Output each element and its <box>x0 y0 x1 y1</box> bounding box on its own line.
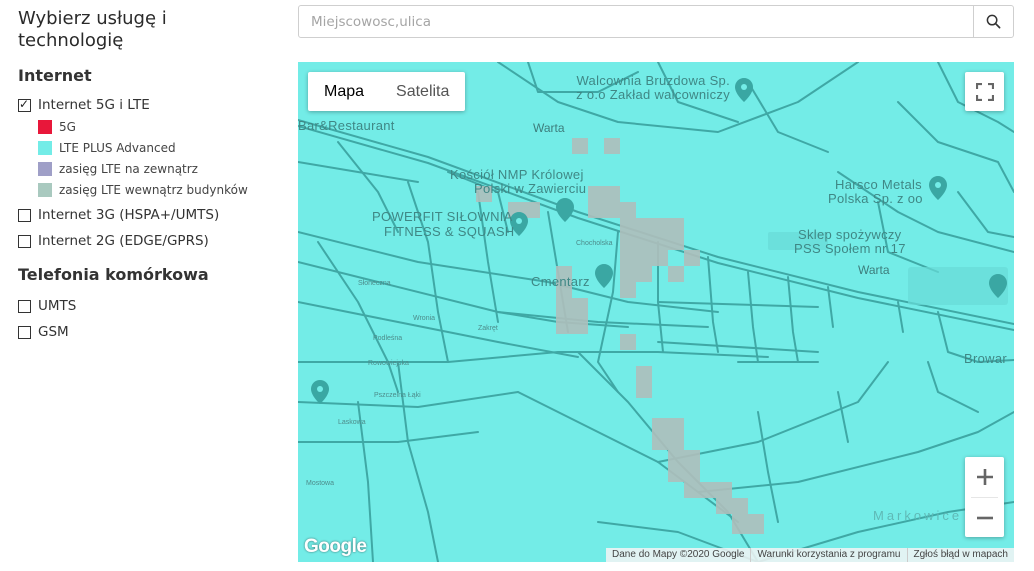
fullscreen-button[interactable] <box>965 72 1004 111</box>
tab-satellite[interactable]: Satelita <box>380 72 465 111</box>
map-label-harsco: Harsco Metals <box>835 177 922 192</box>
map-attribution: Dane do Mapy ©2020 Google Warunki korzys… <box>606 548 1014 562</box>
google-logo: Google <box>304 536 367 557</box>
map-label-powerfit-2: FITNESS & SQUASH <box>384 224 515 239</box>
option-label: UMTS <box>38 298 77 314</box>
map-type-control: Mapa Satelita <box>308 72 466 111</box>
option-label: GSM <box>38 324 69 340</box>
legend-swatch <box>38 162 52 176</box>
map-label-street: Chocholska <box>576 240 613 247</box>
legend-label: LTE PLUS Advanced <box>59 141 176 155</box>
checkbox[interactable] <box>18 234 31 248</box>
map-label-street: Wronia <box>413 315 436 322</box>
zoom-out-button[interactable] <box>965 498 1004 538</box>
map-label-markowice: Markowice <box>873 508 963 523</box>
coverage-map[interactable]: Walcownia Bruzdowa Sp. z o.o Zakład walc… <box>298 62 1014 562</box>
location-search <box>298 5 1014 38</box>
internet-section-title: Internet <box>18 66 92 85</box>
checkbox[interactable] <box>18 208 31 222</box>
telefonia-section-title: Telefonia komórkowa <box>18 265 209 284</box>
map-label-street: Laskowa <box>338 419 366 426</box>
map-label-street: Rowowiejska <box>368 360 409 367</box>
legend-label: 5G <box>59 120 76 134</box>
map-label-street: Podleśna <box>373 335 403 342</box>
option-internet-2g[interactable]: Internet 2G (EDGE/GPRS) <box>18 233 288 249</box>
terms-link[interactable]: Warunki korzystania z programu <box>750 548 906 562</box>
legend-label: zasięg LTE wewnątrz budynków <box>59 183 248 197</box>
legend-swatch <box>38 183 52 197</box>
map-label-street: Słoneczna <box>358 280 391 287</box>
map-canvas[interactable] <box>298 62 1014 562</box>
map-label-harsco-2: Polska Sp. z oo <box>828 191 923 206</box>
legend-label: zasięg LTE na zewnątrz <box>59 162 198 176</box>
legend-item-5g: 5G <box>38 120 288 134</box>
fullscreen-icon <box>975 82 994 101</box>
option-internet-5g-lte[interactable]: Internet 5G i LTE <box>18 97 288 113</box>
map-label-sklep-2: PSS Społem nr 17 <box>794 241 906 256</box>
legend-swatch <box>38 141 52 155</box>
map-label-bar: Bar&Restaurant <box>298 118 395 133</box>
map-label-street: Pszczelna Łąki <box>374 392 421 399</box>
option-label: Internet 3G (HSPA+/UMTS) <box>38 207 220 223</box>
checkbox[interactable] <box>18 325 31 339</box>
zoom-control <box>965 457 1004 537</box>
checkbox[interactable] <box>18 299 31 313</box>
map-label-walcownia: Walcownia Bruzdowa Sp. <box>576 73 730 88</box>
map-label-browar: Browar <box>964 351 1007 366</box>
legend-swatch <box>38 120 52 134</box>
option-gsm[interactable]: GSM <box>18 324 288 340</box>
map-label-kosciol-2: Polski w Zawierciu <box>474 181 587 196</box>
map-label-street: Mostowa <box>306 480 335 487</box>
map-label-sklep: Sklep spożywczy <box>798 227 902 242</box>
map-label-cmentarz: Cmentarz <box>531 274 590 289</box>
option-internet-3g[interactable]: Internet 3G (HSPA+/UMTS) <box>18 207 288 223</box>
legend-item-lte-outdoor: zasięg LTE na zewnątrz <box>38 162 288 176</box>
legend-item-lte-plus: LTE PLUS Advanced <box>38 141 288 155</box>
map-label-warta-2: Warta <box>858 263 890 277</box>
map-label-powerfit: POWERFIT SIŁOWNIA <box>372 209 513 224</box>
search-icon <box>986 14 1001 29</box>
coverage-legend: 5G LTE PLUS Advanced zasięg LTE na zewną… <box>38 120 288 197</box>
map-label-kosciol: Kościół NMP Królowej <box>450 167 584 182</box>
minus-icon <box>976 516 993 520</box>
plus-icon <box>976 469 993 485</box>
legend-item-lte-indoor: zasięg LTE wewnątrz budynków <box>38 183 288 197</box>
map-label-walcownia-2: z o.o Zakład walcowniczy <box>576 87 730 102</box>
report-error-link[interactable]: Zgłoś błąd w mapach <box>906 548 1015 562</box>
option-umts[interactable]: UMTS <box>18 298 288 314</box>
map-label-warta: Warta <box>533 121 565 135</box>
zoom-in-button[interactable] <box>965 457 1004 497</box>
option-label: Internet 5G i LTE <box>38 97 150 113</box>
tab-map[interactable]: Mapa <box>308 72 380 111</box>
map-label-street: Zakręt <box>478 325 498 332</box>
map-data-credit: Dane do Mapy ©2020 Google <box>612 549 745 560</box>
search-button[interactable] <box>973 6 1013 37</box>
panel-heading: Wybierz usługę i technologię <box>18 8 167 51</box>
service-filter-panel: Wybierz usługę i technologię Internet In… <box>18 8 288 340</box>
search-input[interactable] <box>299 6 973 37</box>
checkbox-checked[interactable] <box>18 97 31 112</box>
option-label: Internet 2G (EDGE/GPRS) <box>38 233 209 249</box>
